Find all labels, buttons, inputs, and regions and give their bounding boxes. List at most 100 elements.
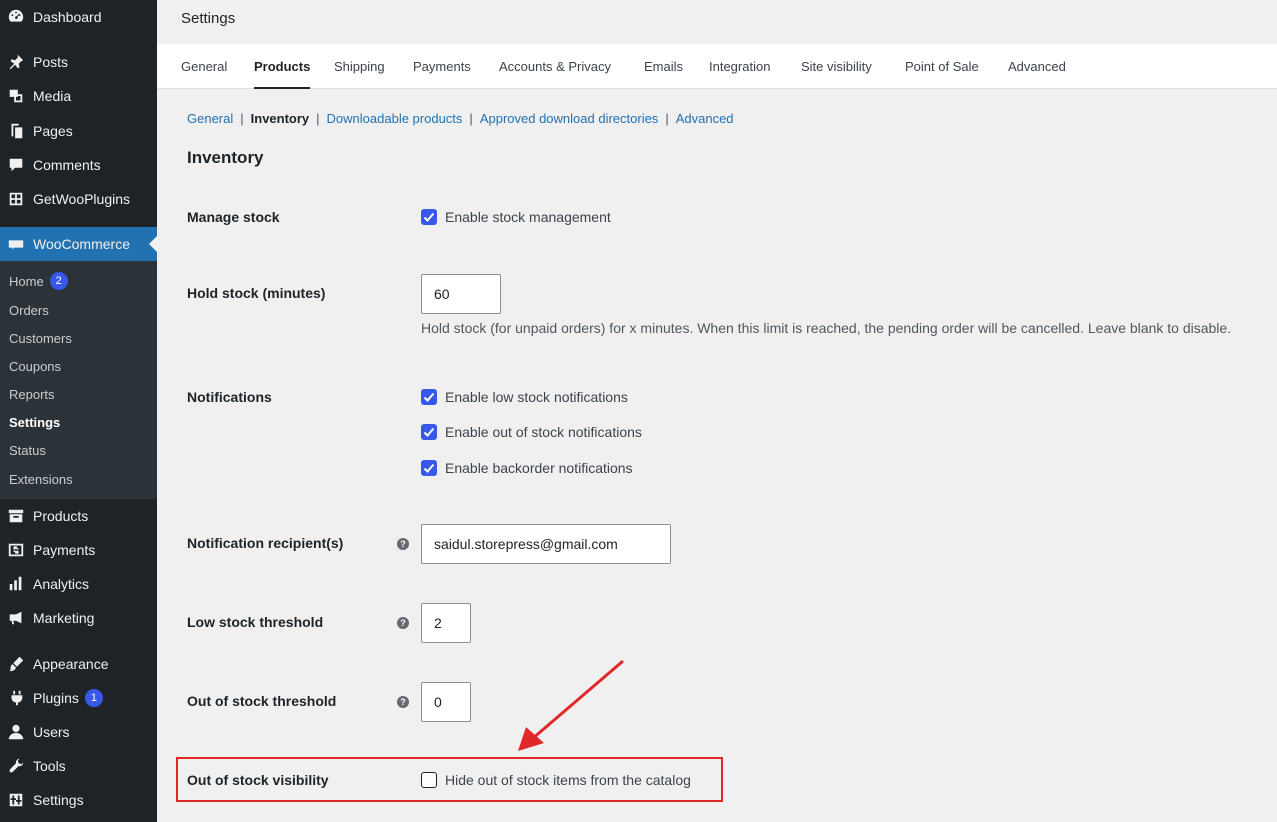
check-icon [423,463,435,473]
menu-getwooplugins[interactable]: GetWooPlugins [0,182,157,216]
tab-emails[interactable]: Emails [644,59,683,74]
menu-users[interactable]: Users [0,715,157,749]
low-stock-notifications-checkbox[interactable]: Enable low stock notifications [421,389,628,405]
megaphone-icon [6,608,26,628]
notifications-label: Notifications [187,389,272,405]
menu-appearance[interactable]: Appearance [0,647,157,681]
separator: | [469,111,473,126]
submenu-home[interactable]: Home 2 [9,271,68,291]
settings-tabs: General Products Shipping Payments Accou… [157,44,1277,89]
menu-marketing[interactable]: Marketing [0,601,157,635]
submenu-status[interactable]: Status [9,440,46,460]
tab-payments[interactable]: Payments [413,59,471,74]
submenu-orders[interactable]: Orders [9,300,49,320]
hold-stock-input[interactable]: 60 [421,274,501,314]
checkbox-checked[interactable] [421,460,437,476]
menu-posts[interactable]: Posts [0,45,157,79]
menu-analytics[interactable]: Analytics [0,567,157,601]
help-icon[interactable]: ? [397,538,409,550]
menu-pages[interactable]: Pages [0,114,157,148]
manage-stock-label: Manage stock [187,209,280,225]
low-stock-threshold-label: Low stock threshold [187,614,324,630]
subsection-advanced[interactable]: Advanced [676,111,734,126]
dollar-icon [6,540,26,560]
checkbox-checked[interactable] [421,209,437,225]
woocommerce-submenu: Home 2 Orders Customers Coupons Reports S… [0,261,157,499]
pin-icon [6,52,26,72]
checkbox-checked[interactable] [421,424,437,440]
user-icon [6,722,26,742]
menu-label: Analytics [33,576,90,592]
menu-label: Media [33,88,72,104]
bar-chart-icon [6,574,26,594]
menu-label: Posts [33,54,69,70]
out-of-stock-threshold-input[interactable]: 0 [421,682,471,722]
menu-label: Users [33,724,70,740]
recipient-input[interactable]: saidul.storepress@gmail.com [421,524,671,564]
menu-label: Settings [33,792,84,808]
menu-woocommerce[interactable]: WooCommerce [0,227,157,261]
menu-comments[interactable]: Comments [0,148,157,182]
menu-label: WooCommerce [33,236,130,252]
submenu-customers[interactable]: Customers [9,328,72,348]
tab-products[interactable]: Products [254,59,311,89]
tab-shipping[interactable]: Shipping [334,59,385,74]
submenu-reports[interactable]: Reports [9,384,55,404]
menu-label: Products [33,508,89,524]
help-icon[interactable]: ? [397,617,409,629]
brush-icon [6,654,26,674]
menu-media[interactable]: Media [0,79,157,113]
dashboard-icon [6,7,26,27]
menu-label: Payments [33,542,96,558]
checkbox-checked[interactable] [421,389,437,405]
tab-integration[interactable]: Integration [709,59,770,74]
backorder-notifications-checkbox[interactable]: Enable backorder notifications [421,460,633,476]
settings-icon [6,790,26,810]
tab-general[interactable]: General [181,59,227,74]
check-icon [423,392,435,402]
menu-payments[interactable]: Payments [0,533,157,567]
menu-plugins[interactable]: Plugins 1 [0,681,157,715]
separator: | [240,111,244,126]
wrench-icon [6,756,26,776]
menu-tools[interactable]: Tools [0,749,157,783]
tab-accounts-privacy[interactable]: Accounts & Privacy [499,59,611,74]
separator: | [665,111,669,126]
menu-label: Tools [33,758,66,774]
menu-dashboard[interactable]: Dashboard [0,0,157,34]
check-icon [423,212,435,222]
submenu-extensions[interactable]: Extensions [9,469,73,489]
subsection-inventory[interactable]: Inventory [251,111,310,126]
subsection-downloadable-products[interactable]: Downloadable products [327,111,463,126]
annotation-highlight-box [176,757,723,802]
submenu-coupons[interactable]: Coupons [9,356,61,376]
menu-label: Dashboard [33,9,102,25]
manage-stock-checkbox[interactable]: Enable stock management [421,209,611,225]
hold-stock-description: Hold stock (for unpaid orders) for x min… [421,320,1232,336]
annotation-arrow-icon [518,659,624,751]
page-title: Settings [181,10,236,27]
low-stock-threshold-input[interactable]: 2 [421,603,471,643]
hold-stock-label: Hold stock (minutes) [187,285,326,301]
plug-icon [6,688,26,708]
home-badge: 2 [49,272,68,290]
menu-label: Appearance [33,656,109,672]
archive-icon [6,506,26,526]
help-icon[interactable]: ? [397,696,409,708]
tab-advanced[interactable]: Advanced [1008,59,1066,74]
comment-icon [6,155,26,175]
subsection-general[interactable]: General [187,111,233,126]
menu-settings[interactable]: Settings [0,783,157,817]
menu-products[interactable]: Products [0,499,157,533]
separator: | [316,111,320,126]
menu-label: Plugins [33,690,79,706]
tab-point-of-sale[interactable]: Point of Sale [905,59,979,74]
subsection-approved-download-directories[interactable]: Approved download directories [480,111,659,126]
section-title: Inventory [187,148,264,167]
subsection-nav: General | Inventory | Downloadable produ… [187,111,734,126]
submenu-settings[interactable]: Settings [9,412,60,432]
out-of-stock-notifications-checkbox[interactable]: Enable out of stock notifications [421,424,642,440]
recipient-label: Notification recipient(s) [187,535,344,551]
check-icon [423,427,435,437]
tab-site-visibility[interactable]: Site visibility [801,59,872,74]
